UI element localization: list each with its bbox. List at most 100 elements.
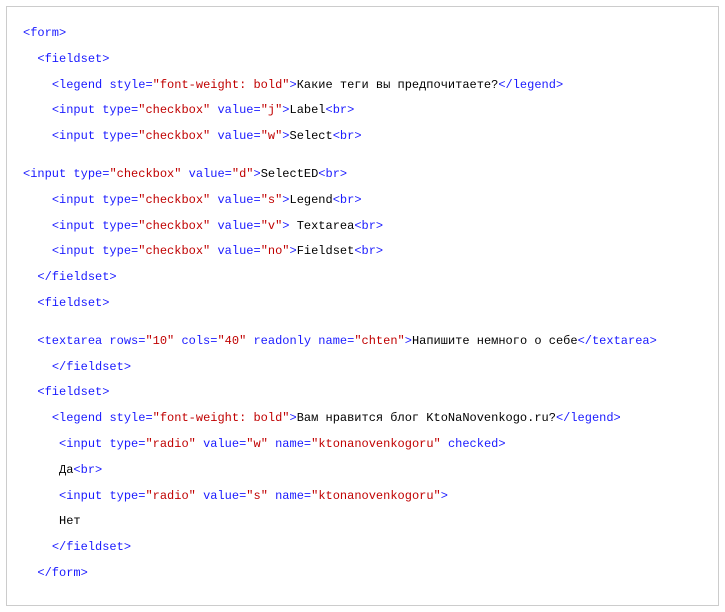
code-token: name= — [275, 437, 311, 451]
code-line: <fieldset> — [23, 47, 702, 73]
code-token: </fieldset> — [37, 270, 116, 284]
code-blank-line — [23, 150, 702, 162]
code-line: <input type="checkbox" value="w">Select<… — [23, 124, 702, 150]
code-token: value= — [217, 244, 260, 258]
code-token: > — [405, 334, 412, 348]
code-token: "s" — [246, 489, 268, 503]
code-token — [196, 437, 203, 451]
code-token: <input — [52, 103, 95, 117]
code-token — [196, 489, 203, 503]
code-token: style= — [109, 78, 152, 92]
code-token: <br> — [354, 219, 383, 233]
code-token: </legend> — [556, 411, 621, 425]
code-line: <form> — [23, 21, 702, 47]
code-token: "s" — [261, 193, 283, 207]
code-token: checked> — [448, 437, 506, 451]
code-token: <input — [52, 129, 95, 143]
code-blank-line — [23, 317, 702, 329]
code-token: <br> — [333, 193, 362, 207]
code-line: <input type="checkbox" value="j">Label<b… — [23, 98, 702, 124]
code-token: "radio" — [145, 437, 195, 451]
code-token: "radio" — [145, 489, 195, 503]
code-token: <input — [23, 167, 66, 181]
code-token: </fieldset> — [52, 540, 131, 554]
code-token: <br> — [73, 463, 102, 477]
code-token: <legend — [52, 78, 102, 92]
code-token: <fieldset> — [37, 385, 109, 399]
code-token: "checkbox" — [138, 219, 210, 233]
code-line: <input type="radio" value="s" name="kton… — [23, 484, 702, 510]
code-line: </fieldset> — [23, 355, 702, 381]
code-token: > — [282, 193, 289, 207]
code-line: <legend style="font-weight: bold">Вам нр… — [23, 406, 702, 432]
code-token: > — [282, 129, 289, 143]
code-token: Нет — [59, 514, 81, 528]
code-token: name= — [275, 489, 311, 503]
code-token: type= — [102, 103, 138, 117]
code-token: Какие теги вы предпочитаете? — [297, 78, 499, 92]
code-token: "checkbox" — [138, 129, 210, 143]
code-token: SelectED — [261, 167, 319, 181]
code-token: Select — [290, 129, 333, 143]
code-token: value= — [217, 193, 260, 207]
code-token: value= — [217, 219, 260, 233]
code-token: Textarea — [290, 219, 355, 233]
code-token: readonly — [253, 334, 311, 348]
code-token: <legend — [52, 411, 102, 425]
code-token: </legend> — [498, 78, 563, 92]
code-line: <input type="checkbox" value="no">Fields… — [23, 239, 702, 265]
code-token: <br> — [326, 103, 355, 117]
code-token: "chten" — [354, 334, 404, 348]
code-token: <input — [52, 193, 95, 207]
code-token: <br> — [333, 129, 362, 143]
code-line: <fieldset> — [23, 291, 702, 317]
code-token: "no" — [261, 244, 290, 258]
code-token: type= — [102, 193, 138, 207]
code-line: <textarea rows="10" cols="40" readonly n… — [23, 329, 702, 355]
code-token: "ktonanovenkogoru" — [311, 437, 441, 451]
code-line: <input type="checkbox" value="s">Legend<… — [23, 188, 702, 214]
code-token: > — [289, 411, 296, 425]
code-token: "d" — [232, 167, 254, 181]
code-token: > — [282, 103, 289, 117]
code-token: "w" — [246, 437, 268, 451]
code-line: <legend style="font-weight: bold">Какие … — [23, 73, 702, 99]
code-token: Вам нравится блог KtoNaNovenkogo.ru? — [297, 411, 556, 425]
code-token: value= — [217, 129, 260, 143]
code-token: "checkbox" — [138, 103, 210, 117]
code-line: <input type="checkbox" value="d">SelectE… — [23, 162, 702, 188]
code-token: </fieldset> — [52, 360, 131, 374]
code-token: value= — [203, 489, 246, 503]
code-token: rows= — [109, 334, 145, 348]
code-token: <input — [59, 437, 102, 451]
code-line: </fieldset> — [23, 265, 702, 291]
code-token: type= — [109, 437, 145, 451]
code-token: > — [290, 244, 297, 258]
code-token: "font-weight: bold" — [153, 78, 290, 92]
code-token: > — [282, 219, 289, 233]
code-line: </fieldset> — [23, 535, 702, 561]
code-token: value= — [217, 103, 260, 117]
code-line: <input type="radio" value="w" name="kton… — [23, 432, 702, 458]
code-token: type= — [73, 167, 109, 181]
code-token: "ktonanovenkogoru" — [311, 489, 441, 503]
code-token: </form> — [37, 566, 87, 580]
code-token: > — [253, 167, 260, 181]
code-token: type= — [102, 129, 138, 143]
code-token: style= — [109, 411, 152, 425]
code-token: <input — [52, 244, 95, 258]
code-line: <fieldset> — [23, 380, 702, 406]
code-token: Да — [59, 463, 73, 477]
code-token: <input — [52, 219, 95, 233]
code-token: Label — [290, 103, 326, 117]
code-token: value= — [203, 437, 246, 451]
code-token: <br> — [318, 167, 347, 181]
code-token: "10" — [145, 334, 174, 348]
code-token: > — [441, 489, 448, 503]
code-token: <fieldset> — [37, 52, 109, 66]
code-token: "checkbox" — [138, 244, 210, 258]
code-token: value= — [189, 167, 232, 181]
code-token: <br> — [354, 244, 383, 258]
code-token — [441, 437, 448, 451]
code-block: <form> <fieldset> <legend style="font-we… — [6, 6, 719, 606]
